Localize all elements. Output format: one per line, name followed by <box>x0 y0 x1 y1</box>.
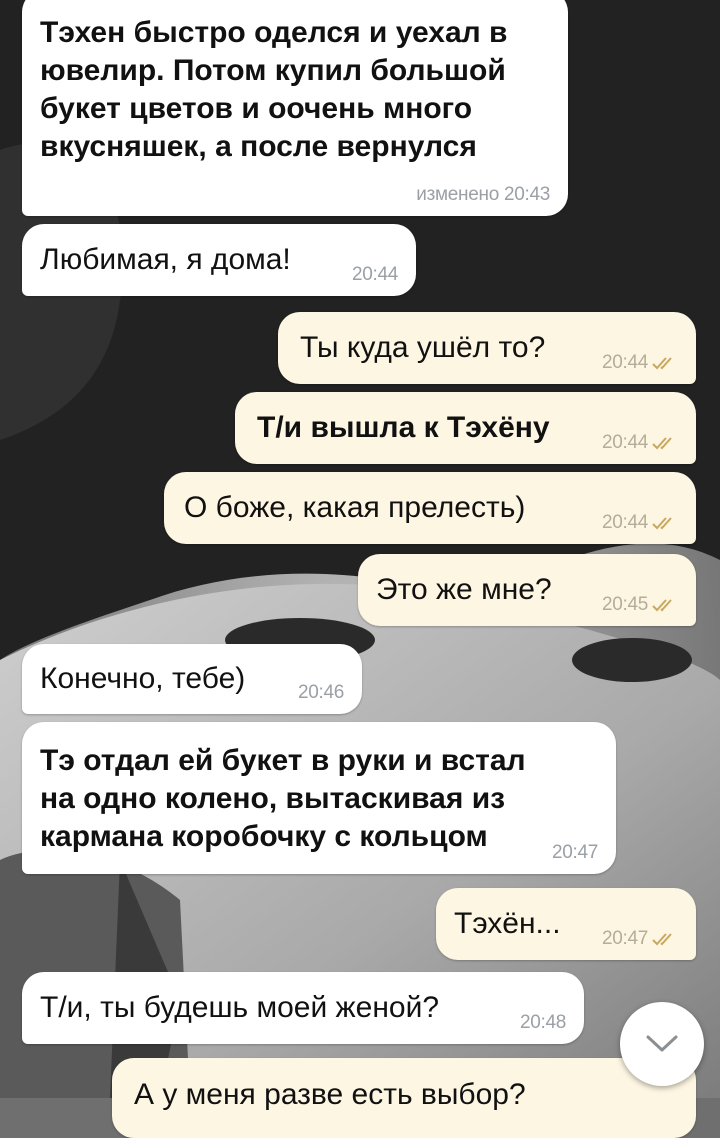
message-bubble-outgoing[interactable]: Тэхён... 20:47 <box>436 888 696 960</box>
message-time: 20:44 <box>602 432 678 454</box>
message-bubble-incoming[interactable]: Тэхен быстро оделся и уехал в ювелир. По… <box>22 0 568 216</box>
message-bubble-outgoing[interactable]: Это же мне? 20:45 <box>358 554 696 626</box>
timestamp: 20:46 <box>297 682 344 703</box>
message-time: 20:45 <box>602 594 678 616</box>
timestamp: 20:44 <box>601 512 648 533</box>
message-text: Конечно, тебе) <box>40 662 246 695</box>
timestamp: 20:44 <box>601 352 648 373</box>
message-bubble-outgoing[interactable]: Т/и вышла к Тэхёну 20:44 <box>235 392 696 464</box>
chevron-down-icon <box>646 1035 678 1052</box>
message-bubble-incoming[interactable]: Т/и, ты будешь моей женой? 20:48 <box>22 972 584 1044</box>
double-check-icon <box>652 357 672 370</box>
message-time: 20:47 <box>552 842 598 864</box>
double-check-icon <box>652 599 672 612</box>
message-text: Тэхен быстро оделся и уехал в ювелир. По… <box>40 16 508 163</box>
double-check-icon <box>652 437 672 450</box>
timestamp: 20:48 <box>519 1012 566 1033</box>
message-time: 20:44 <box>352 264 398 286</box>
message-text: Т/и, ты будешь моей женой? <box>40 991 440 1024</box>
message-time: 20:44 <box>602 512 678 534</box>
double-check-icon <box>652 517 672 530</box>
message-text: Тэ отдал ей букет в руки и встал на одно… <box>40 744 526 853</box>
message-bubble-outgoing[interactable]: О боже, какая прелесть) 20:44 <box>164 472 696 544</box>
timestamp: 20:44 <box>351 264 398 285</box>
message-bubble-outgoing[interactable]: Ты куда ушёл то? 20:44 <box>278 312 696 384</box>
timestamp: изменено 20:43 <box>416 184 550 205</box>
timestamp: 20:47 <box>601 928 648 949</box>
message-bubble-incoming[interactable]: Тэ отдал ей букет в руки и встал на одно… <box>22 722 616 874</box>
message-bubble-outgoing[interactable]: А у меня разве есть выбор? <box>112 1058 696 1138</box>
message-time: 20:47 <box>602 928 678 950</box>
timestamp: 20:47 <box>551 842 598 863</box>
double-check-icon <box>652 933 672 946</box>
message-time: 20:46 <box>298 682 344 704</box>
scroll-down-button[interactable] <box>620 1002 704 1086</box>
message-bubble-incoming[interactable]: Конечно, тебе) 20:46 <box>22 644 362 714</box>
message-time: 20:48 <box>520 1012 566 1034</box>
message-text: А у меня разве есть выбор? <box>134 1078 526 1111</box>
timestamp: 20:45 <box>601 594 648 615</box>
message-text: Любимая, я дома! <box>40 243 291 276</box>
message-time: 20:44 <box>602 352 678 374</box>
timestamp: 20:44 <box>601 432 648 453</box>
message-time: изменено 20:43 <box>416 184 550 206</box>
message-bubble-incoming[interactable]: Любимая, я дома! 20:44 <box>22 224 416 296</box>
